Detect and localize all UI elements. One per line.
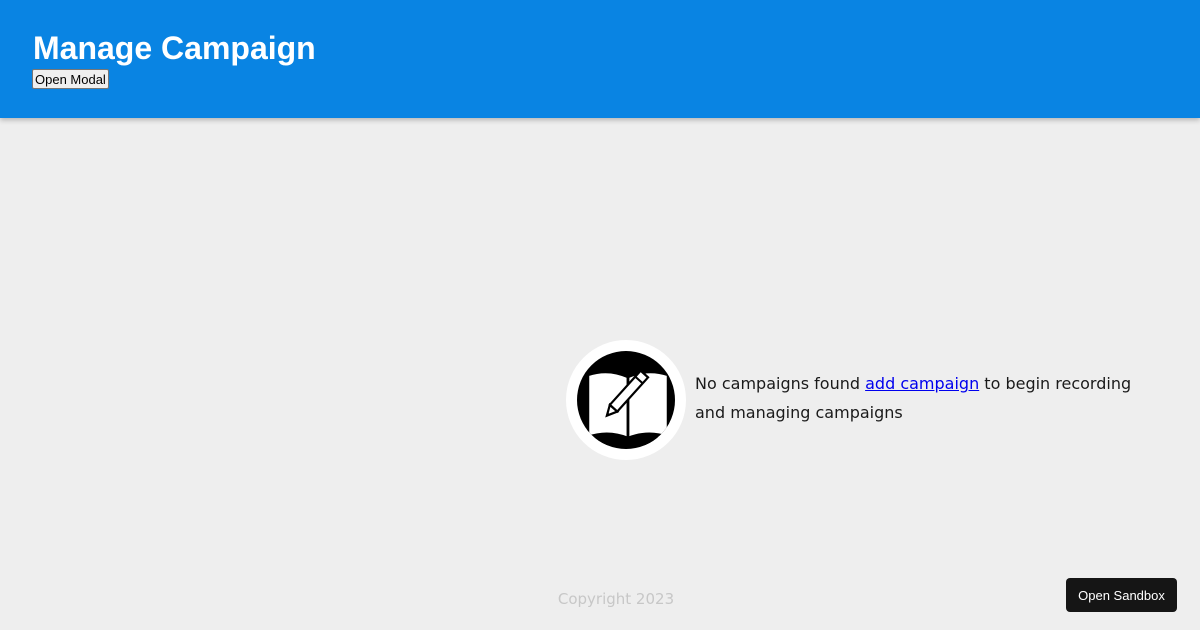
book-pencil-icon [577,351,675,449]
copyright-text: Copyright 2023 [557,590,675,608]
page-title: Manage Campaign [33,30,316,66]
open-sandbox-button[interactable]: Open Sandbox [1066,578,1177,612]
open-modal-button[interactable]: Open Modal [32,69,109,89]
empty-state-emblem [566,340,686,460]
message-text-before: No campaigns found [695,374,866,393]
add-campaign-link[interactable]: add campaign [865,374,979,393]
app-header: Manage Campaign Open Modal [0,0,1200,118]
empty-state-message: No campaigns found add campaign to begin… [695,369,1155,427]
empty-state: No campaigns found add campaign to begin… [566,340,1166,460]
